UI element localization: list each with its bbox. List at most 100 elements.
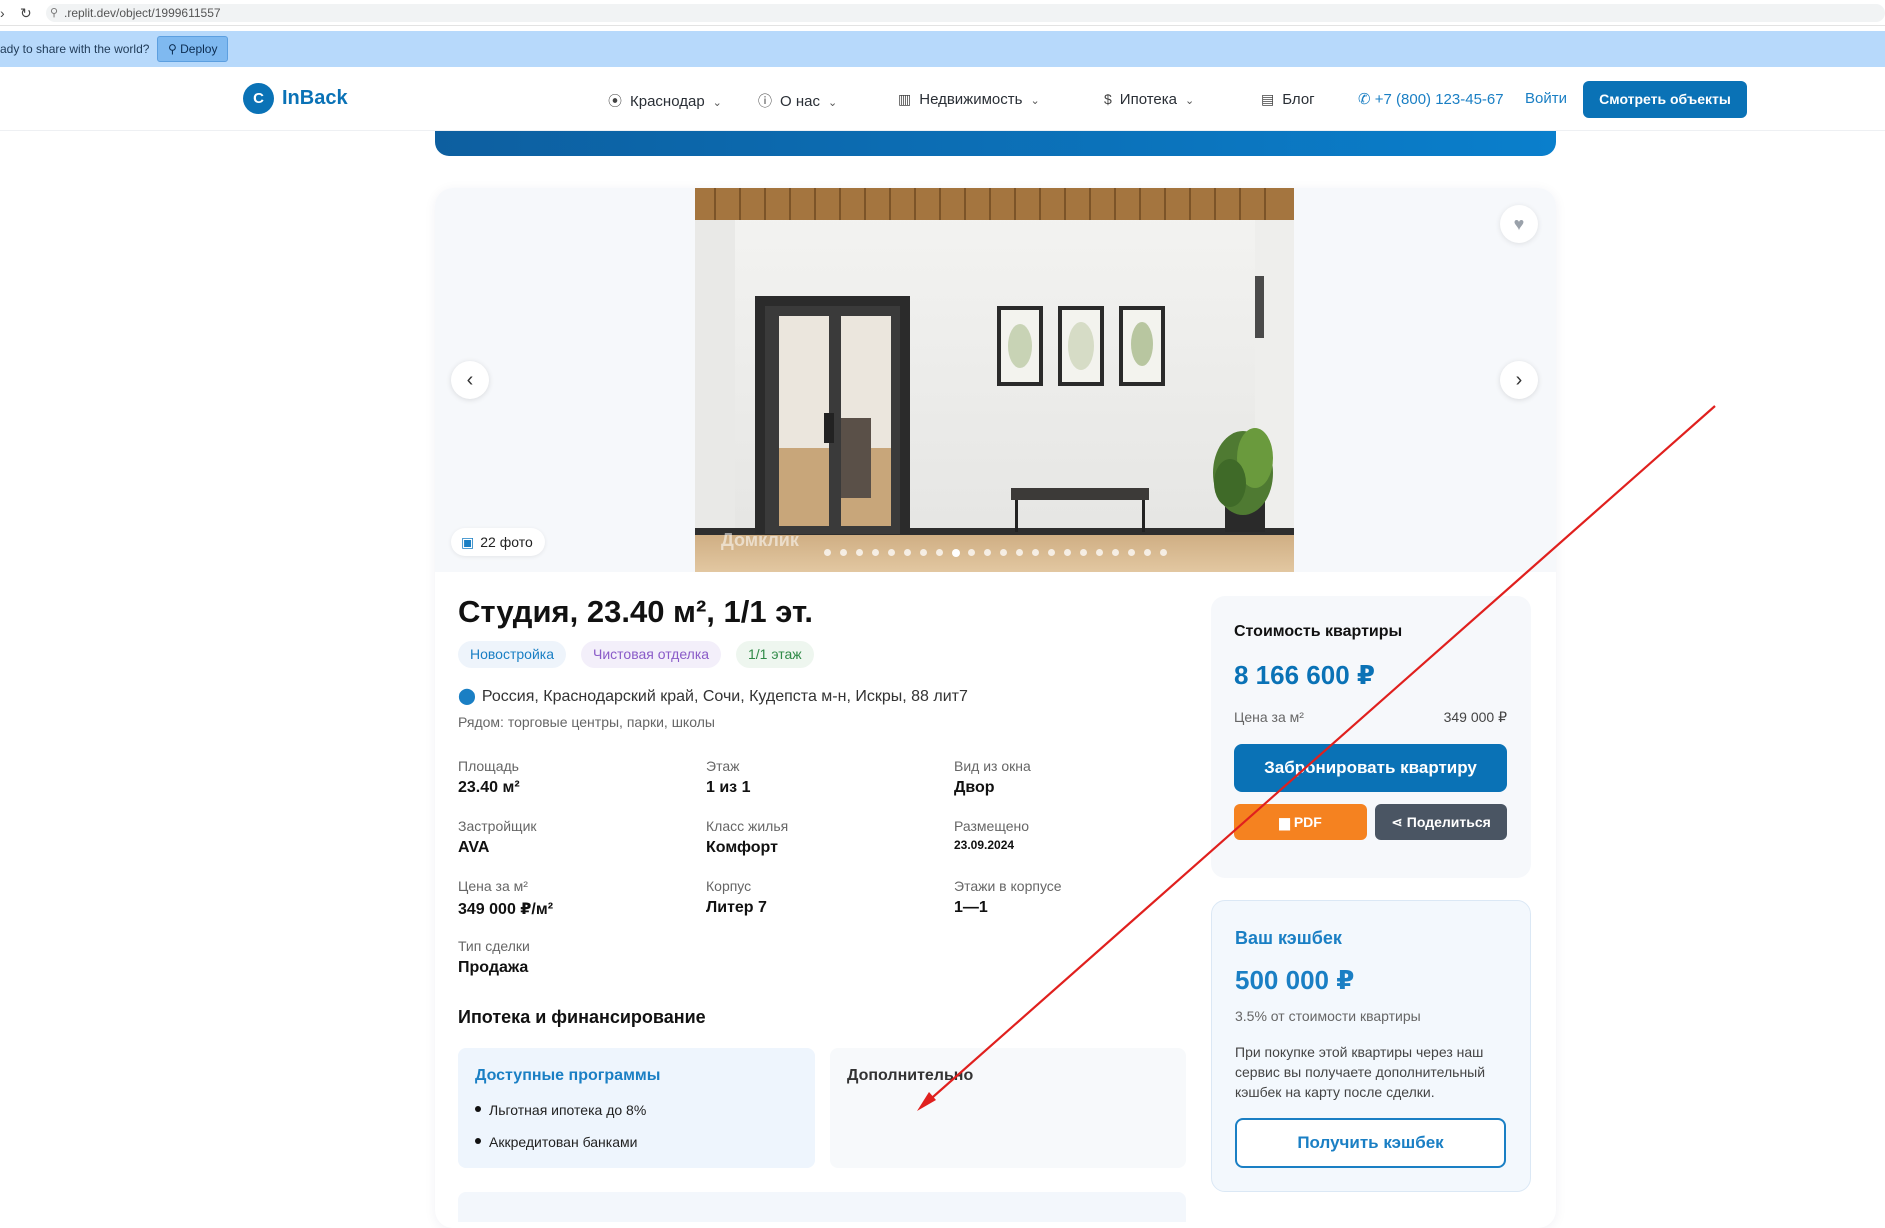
price-sqm-value: 349 000 ₽	[1443, 709, 1507, 725]
carousel-dot[interactable]	[1080, 549, 1087, 556]
cashback-amount: 500 000 ₽	[1235, 965, 1355, 995]
address-field[interactable]: ⚲ .replit.dev/object/1999611557	[46, 4, 1885, 22]
nav-about-label: О нас	[780, 93, 820, 110]
deploy-button[interactable]: ⚲ Deploy	[157, 36, 229, 62]
prop-value-floor: 1 из 1	[706, 779, 751, 796]
site-header: C InBack ⦿ Краснодар ⌄ ⓘ О нас ⌄ ▥ Недвижимос…	[0, 67, 1885, 131]
carousel-dot[interactable]	[936, 549, 943, 556]
heart-icon: ♥	[1513, 214, 1525, 234]
chevron-down-icon: ⌄	[1185, 95, 1195, 107]
logo-icon[interactable]: C	[243, 83, 274, 114]
forward-icon[interactable]: ›	[0, 5, 5, 21]
prop-label-class: Класс жилья	[706, 818, 789, 834]
mortgage-section-title: Ипотека и финансирование	[458, 1007, 706, 1027]
camera-icon: ▣	[461, 534, 475, 550]
chevron-right-icon: ›	[1515, 369, 1523, 391]
carousel-dot[interactable]	[984, 549, 991, 556]
listing-address: ⬤ Россия, Краснодарский край, Сочи, Кудеп…	[458, 686, 968, 706]
additional-title: Дополнительно	[847, 1067, 974, 1084]
chevron-left-icon: ‹	[466, 369, 474, 391]
address-text: Россия, Краснодарский край, Сочи, Кудепс…	[481, 688, 968, 705]
map-pin-icon: ⬤	[458, 688, 476, 705]
deploy-label: Deploy	[180, 42, 218, 56]
carousel-dot[interactable]	[1112, 549, 1119, 556]
carousel-dot[interactable]	[872, 549, 879, 556]
prop-label-price-sqm: Цена за м²	[458, 878, 528, 894]
phone-icon: ✆	[1358, 91, 1375, 108]
carousel-dot[interactable]	[1144, 549, 1151, 556]
program-item: Аккредитован банками	[475, 1134, 637, 1150]
prev-photo-button[interactable]: ‹	[451, 361, 489, 399]
get-cashback-button[interactable]: Получить кэшбек	[1235, 1118, 1506, 1168]
carousel-dot[interactable]	[1096, 549, 1103, 556]
reload-icon[interactable]: ↻	[20, 5, 32, 22]
photo-count-text: 22 фото	[480, 534, 533, 550]
prop-label-view: Вид из окна	[954, 758, 1031, 774]
prop-value-deal-type: Продажа	[458, 959, 529, 976]
watermark-text: Домклик	[721, 530, 799, 550]
carousel-dot[interactable]	[968, 549, 975, 556]
carousel-dot[interactable]	[1016, 549, 1023, 556]
prop-value-posted: 23.09.2024	[954, 838, 1015, 852]
nav-realty[interactable]: ▥ Недвижимость ⌄	[898, 91, 1040, 108]
listing-photo[interactable]: Домклик	[695, 188, 1294, 572]
login-link[interactable]: Войти	[1525, 90, 1567, 107]
nav-mortgage-label: Ипотека	[1119, 91, 1177, 108]
nav-mortgage[interactable]: $ Ипотека ⌄	[1104, 91, 1194, 108]
photo-count-badge[interactable]: ▣ 22 фото	[451, 528, 545, 556]
carousel-dot[interactable]	[1128, 549, 1135, 556]
prop-label-posted: Размещено	[954, 818, 1029, 834]
next-section-box	[458, 1192, 1186, 1222]
logo-text[interactable]: InBack	[282, 87, 348, 110]
nav-blog[interactable]: ▤ Блог	[1261, 91, 1315, 108]
program-item: Льготная ипотека до 8%	[475, 1102, 646, 1118]
prop-value-developer: AVA	[458, 839, 490, 856]
carousel-dot[interactable]	[920, 549, 927, 556]
view-objects-button[interactable]: Смотреть объекты	[1583, 81, 1747, 118]
carousel-dot[interactable]	[1064, 549, 1071, 556]
tag-floor: 1/1 этаж	[736, 641, 814, 668]
nav-blog-label: Блог	[1282, 91, 1315, 108]
book-apartment-button[interactable]: Забронировать квартиру	[1234, 744, 1507, 792]
carousel-dot[interactable]	[1048, 549, 1055, 556]
location-pin-icon: ⦿	[608, 93, 622, 109]
carousel-dot[interactable]	[824, 549, 831, 556]
deploy-message: ady to share with the world?	[0, 42, 150, 56]
tag-finish: Чистовая отделка	[581, 641, 722, 668]
pdf-label: PDF	[1293, 814, 1322, 830]
prop-label-developer: Застройщик	[458, 818, 537, 834]
prop-label-building: Корпус	[706, 878, 752, 894]
carousel-dot[interactable]	[888, 549, 895, 556]
carousel-dot[interactable]	[856, 549, 863, 556]
prop-label-area: Площадь	[458, 758, 519, 774]
carousel-dot[interactable]	[840, 549, 847, 556]
phone-link[interactable]: ✆ +7 (800) 123-45-67	[1358, 90, 1504, 108]
prop-value-class: Комфорт	[706, 839, 778, 856]
prop-value-building: Литер 7	[706, 899, 767, 916]
url-text: .replit.dev/object/1999611557	[64, 6, 221, 20]
replit-deploy-bar: ady to share with the world? ⚲ Deploy	[0, 31, 1885, 67]
carousel-dot[interactable]	[904, 549, 911, 556]
favorite-button[interactable]: ♥	[1500, 205, 1538, 243]
pdf-button[interactable]: ▆ PDF	[1234, 804, 1367, 840]
hallway-image	[695, 188, 1294, 572]
chevron-down-icon: ⌄	[827, 97, 838, 109]
share-button[interactable]: ⋖ Поделиться	[1375, 804, 1507, 840]
next-photo-button[interactable]: ›	[1500, 361, 1538, 399]
nav-city[interactable]: ⦿ Краснодар ⌄	[608, 91, 722, 111]
dollar-icon: $	[1104, 91, 1112, 107]
building-icon: ▥	[898, 91, 912, 107]
tag-new-building: Новостройка	[458, 641, 566, 668]
link-icon: ⚲	[50, 7, 59, 19]
carousel-dot[interactable]	[952, 549, 960, 557]
carousel-dot[interactable]	[1032, 549, 1039, 556]
pdf-file-icon: ▆	[1279, 814, 1294, 830]
info-icon: ⓘ	[758, 93, 772, 109]
cashback-description: При покупке этой квартиры через наш серв…	[1235, 1044, 1486, 1100]
carousel-dot[interactable]	[1000, 549, 1007, 556]
programs-title: Доступные программы	[475, 1067, 661, 1084]
nav-about[interactable]: ⓘ О нас ⌄	[758, 91, 837, 111]
prop-value-floors-in-building: 1—1	[954, 899, 988, 916]
carousel-dot[interactable]	[1160, 549, 1167, 556]
deploy-icon: ⚲	[168, 42, 181, 56]
